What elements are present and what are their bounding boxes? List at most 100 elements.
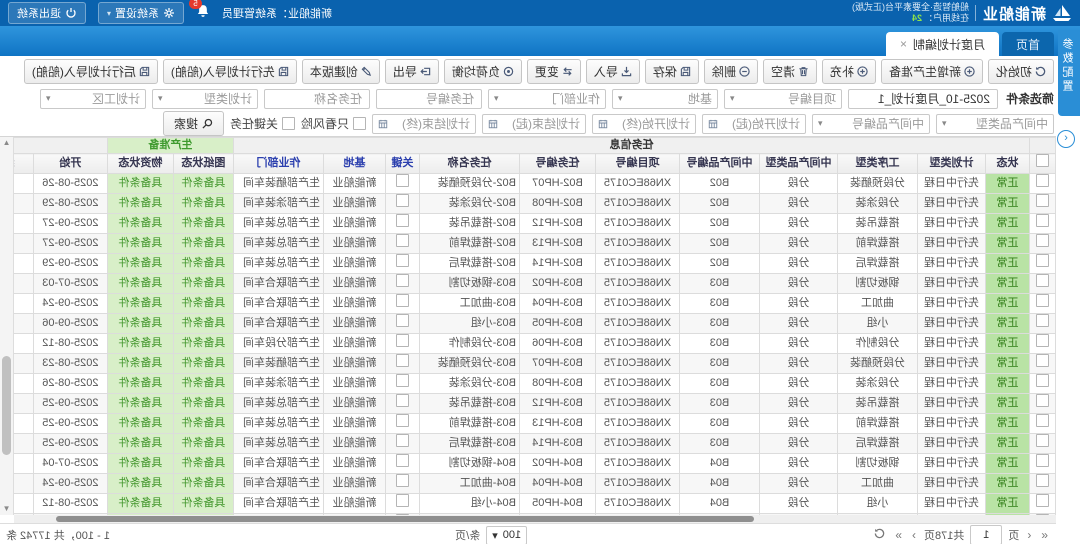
department-select[interactable]: 作业部门▾ [488,89,606,109]
row-checkbox[interactable] [1036,334,1049,347]
intermediate-product-type-select[interactable]: 中间产品类型▾ [936,114,1054,134]
key-task-flag-checkbox[interactable] [396,314,409,327]
row-checkbox[interactable] [1036,474,1049,487]
base-select[interactable]: 基地▾ [612,89,718,109]
load-balance-button[interactable]: 负荷均衡 [444,59,522,84]
key-task-flag-checkbox[interactable] [396,274,409,287]
tab-home[interactable]: 首页 [1002,32,1054,56]
notifications-button[interactable]: 5 [196,4,210,23]
key-task-flag-checkbox[interactable] [396,294,409,307]
project-no-select[interactable]: 项目编号▾ [724,89,842,109]
key-task-flag-checkbox[interactable] [396,174,409,187]
task-no-input[interactable] [376,89,482,109]
vertical-scrollbar[interactable]: ▲ ▼ [0,137,14,515]
horizontal-scroll-thumb[interactable] [56,516,754,522]
plan-end-from-date-placeholder: 计划结束(起) [502,115,580,132]
init-button[interactable]: 初始化 [988,59,1054,84]
cell-dept: 生产部联合车间 [233,314,323,334]
export-button[interactable]: 导出 [385,59,439,84]
row-checkbox[interactable] [1036,374,1049,387]
plan-end-from-date[interactable]: 计划结束(起) [482,114,586,134]
tab-monthly-plan[interactable]: 月度计划编制× [886,32,999,56]
page-number-input[interactable] [970,525,1002,544]
plan-version-input[interactable] [848,89,998,109]
key-task-flag-checkbox[interactable] [396,454,409,467]
row-checkbox[interactable] [1036,174,1049,187]
cell-task_name: B03-分段预舾装 [420,354,520,374]
next-page-button[interactable]: › [910,528,918,542]
plan-start-to-date[interactable]: 计划开始(终) [592,114,696,134]
logout-button[interactable]: 退出系统 [8,2,86,24]
key-task-checkbox-box[interactable] [282,117,295,130]
prev-page-button[interactable]: ‹ [1025,528,1033,542]
plan-end-to-date[interactable]: 计划结束(终) [372,114,476,134]
key-task-flag-checkbox[interactable] [396,214,409,227]
row-checkbox[interactable] [1036,254,1049,267]
row-checkbox[interactable] [1036,294,1049,307]
key-task-flag-checkbox[interactable] [396,434,409,447]
side-panel-strip[interactable]: 参数配置 [1058,30,1080,116]
work-area-select[interactable]: 计划工区▾ [40,89,146,109]
plan-start-from-date[interactable]: 计划开始(起) [702,114,806,134]
row-checkbox[interactable] [1036,414,1049,427]
clear-button[interactable]: 清空 [763,59,817,84]
select-all-checkbox[interactable] [1036,154,1049,167]
page-size-select[interactable]: 100▾ [486,526,527,544]
risk-only-checkbox-box[interactable] [353,117,366,130]
settings-button[interactable]: 系统设置 ▾ [98,2,184,24]
key-task-flag-checkbox[interactable] [396,234,409,247]
import-button[interactable]: 导入 [586,59,640,84]
backward-plan-import-button[interactable]: 后行计划导入(船舶) [24,59,158,84]
supplement-button[interactable]: 补充 [822,59,876,84]
key-task-flag-checkbox[interactable] [396,414,409,427]
save-button[interactable]: 保存 [645,59,699,84]
row-checkbox[interactable] [1036,494,1049,507]
task-name-input[interactable] [264,89,370,109]
key-task-flag-checkbox[interactable] [396,374,409,387]
task-no-input-field[interactable] [382,91,476,107]
cell-check [1030,434,1056,454]
cell-base: 新能船业 [324,194,386,214]
cell-plan_type: 先行中日程 [918,434,986,454]
cell-end: 202 [14,194,33,214]
pager-refresh-icon[interactable] [872,528,887,542]
tab-close-icon[interactable]: × [900,38,907,50]
scroll-up-icon[interactable]: ▲ [0,137,13,149]
row-checkbox[interactable] [1036,314,1049,327]
cell-plan_type: 先行中日程 [918,494,986,514]
key-task-flag-checkbox[interactable] [396,474,409,487]
task-name-input-field[interactable] [270,91,364,107]
row-checkbox[interactable] [1036,454,1049,467]
add-production-prep-button[interactable]: 新增生产准备 [881,59,983,84]
key-task-flag-checkbox[interactable] [396,194,409,207]
cell-start: 2025-09-25 [33,434,107,454]
key-task-flag-checkbox[interactable] [396,494,409,507]
sidebar-collapse-button[interactable]: ‹ [1057,130,1075,148]
row-checkbox[interactable] [1036,234,1049,247]
delete-button[interactable]: 删除 [704,59,758,84]
key-task-flag-checkbox[interactable] [396,394,409,407]
forward-plan-import-button[interactable]: 先行计划导入(船舶) [163,59,297,84]
row-checkbox[interactable] [1036,434,1049,447]
scroll-down-icon[interactable]: ▼ [0,503,13,515]
last-page-button[interactable]: » [893,528,904,542]
key-task-checkbox[interactable]: 关键任务 [230,115,295,132]
plan-type-select[interactable]: 计划类型▾ [152,89,258,109]
key-task-flag-checkbox[interactable] [396,354,409,367]
row-checkbox[interactable] [1036,394,1049,407]
create-version-button[interactable]: 创建版本 [302,59,380,84]
intermediate-product-no-select[interactable]: 中间产品编号▾ [812,114,930,134]
row-checkbox[interactable] [1036,194,1049,207]
horizontal-scrollbar[interactable] [14,515,1056,523]
search-button[interactable]: 搜索 [163,111,224,136]
row-checkbox[interactable] [1036,354,1049,367]
first-page-button[interactable]: « [1039,528,1050,542]
vertical-scroll-thumb[interactable] [2,356,11,454]
risk-only-checkbox[interactable]: 只看风险 [301,115,366,132]
change-button[interactable]: 变更 [527,59,581,84]
row-checkbox[interactable] [1036,274,1049,287]
key-task-flag-checkbox[interactable] [396,254,409,267]
plan-version-input-field[interactable] [854,91,992,107]
row-checkbox[interactable] [1036,214,1049,227]
key-task-flag-checkbox[interactable] [396,334,409,347]
